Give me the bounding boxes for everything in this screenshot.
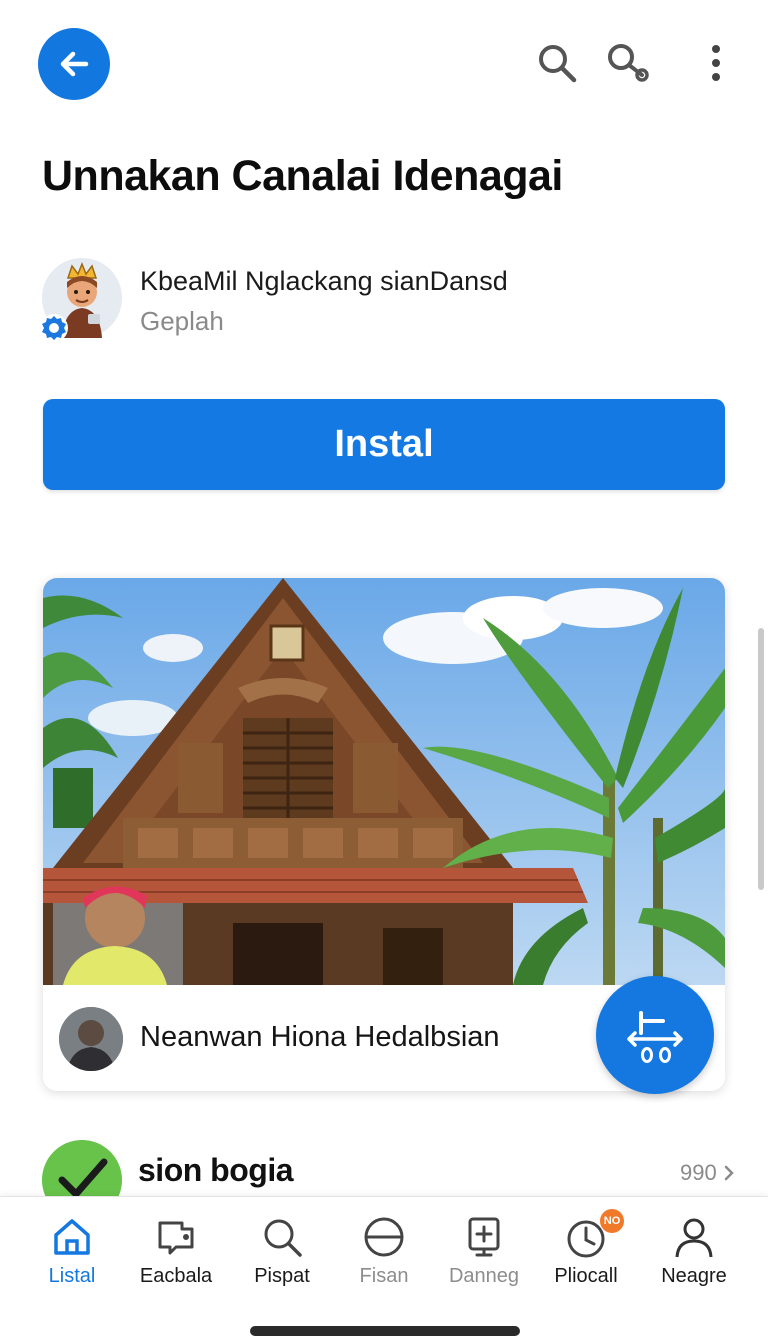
nav-label: Listal (48, 1265, 96, 1287)
arrow-left-icon (60, 51, 89, 77)
bottom-nav: Listal Eacbala Pispat Fisan Danneg NO Pl… (0, 1196, 768, 1344)
floating-action-button[interactable] (596, 976, 714, 1094)
traditional-house-photo (43, 578, 725, 985)
list-item-title[interactable]: sion bogia (138, 1152, 294, 1189)
nav-label: Danneg (448, 1265, 520, 1287)
nav-label: Eacbala (139, 1265, 213, 1287)
install-button[interactable]: Instal (43, 399, 725, 490)
nav-item-fisan[interactable]: Fisan (332, 1197, 436, 1307)
circle-divider-icon (360, 1213, 408, 1261)
list-item-count: 990 (680, 1160, 735, 1186)
nav-item-listal[interactable]: Listal (20, 1197, 124, 1307)
more-vertical-icon (712, 45, 720, 81)
developer-name[interactable]: KbeaMil Nglackang sianDansd (140, 266, 508, 297)
nav-item-neagre[interactable]: Neagre (642, 1197, 746, 1307)
verified-gear-badge-icon (38, 312, 70, 344)
home-icon (48, 1213, 96, 1261)
add-device-icon (460, 1213, 508, 1261)
link-button[interactable] (605, 40, 651, 86)
nav-item-pliocall[interactable]: NO Pliocall (534, 1197, 638, 1307)
nav-label: Pliocall (554, 1265, 618, 1287)
notification-badge: NO (600, 1209, 624, 1233)
search-button[interactable] (534, 40, 580, 86)
chevron-right-icon (724, 1165, 734, 1181)
nav-item-danneg[interactable]: Danneg (432, 1197, 536, 1307)
nav-item-eacbala[interactable]: Eacbala (124, 1197, 228, 1307)
creator-avatar[interactable] (59, 1007, 123, 1071)
tag-icon (152, 1213, 200, 1261)
creator-name[interactable]: Neanwan Hiona Hedalbsian (140, 1021, 500, 1054)
creator-photo (59, 1007, 123, 1071)
search-icon (539, 45, 577, 83)
clock-icon: NO (562, 1209, 624, 1261)
app-page: Unnakan Canalai Idenagai KbeaMil Nglacka… (0, 0, 768, 1344)
nav-label: Fisan (359, 1265, 409, 1287)
back-button[interactable] (38, 28, 110, 100)
compare-tool-icon (627, 1011, 683, 1063)
developer-subtitle: Geplah (140, 306, 224, 336)
nav-item-pispat[interactable]: Pispat (230, 1197, 334, 1307)
more-options-button[interactable] (694, 40, 738, 86)
scrollbar[interactable] (758, 628, 764, 890)
link-icon (608, 44, 649, 82)
nav-label: Pispat (254, 1265, 310, 1287)
nav-label: Neagre (661, 1265, 727, 1287)
search-icon (258, 1213, 306, 1261)
page-title: Unnakan Canalai Idenagai (42, 152, 563, 200)
home-indicator[interactable] (250, 1326, 520, 1336)
profile-icon (670, 1213, 718, 1261)
